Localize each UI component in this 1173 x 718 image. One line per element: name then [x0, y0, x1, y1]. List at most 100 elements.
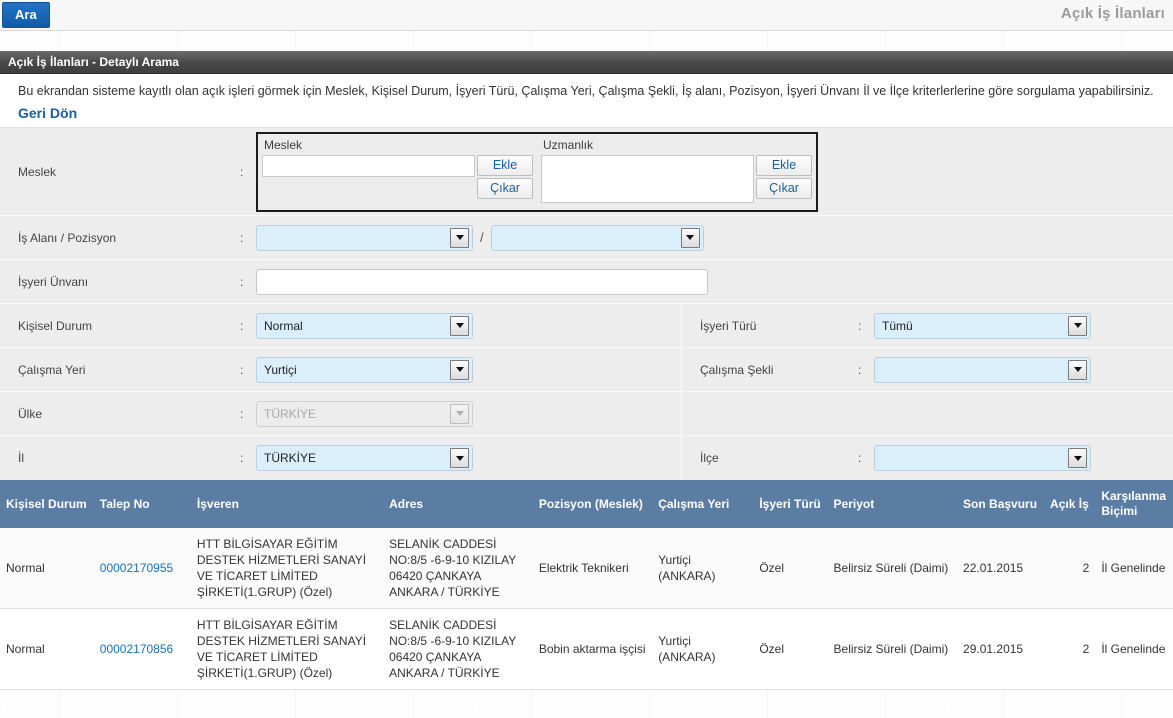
- chevron-down-icon[interactable]: [450, 315, 469, 336]
- cell-isyeri-turu: Özel: [753, 528, 828, 609]
- is-alani-select[interactable]: [256, 224, 473, 251]
- ulke-select-value: TÜRKİYE: [264, 406, 317, 421]
- label-isyeri-unvani: İşyeri Ünvanı: [18, 274, 89, 289]
- form-row-is-alani: İş Alanı / Pozisyon : /: [0, 216, 1173, 260]
- meslek-add-button[interactable]: Ekle: [477, 154, 533, 176]
- chevron-down-icon[interactable]: [1068, 315, 1087, 336]
- colon-il: :: [240, 451, 244, 465]
- meslek-column: Meslek Ekle Çıkar: [258, 134, 537, 210]
- app-title: Açık İş İlanları: [1060, 5, 1165, 22]
- cell-calisma-yeri: Yurtiçi (ANKARA): [652, 608, 754, 690]
- isyeri-unvani-input[interactable]: [256, 268, 708, 295]
- cell-isveren: HTT BİLGİSAYAR EĞİTİM DESTEK HİZMETLERİ …: [190, 528, 384, 609]
- col-pozisyon: Pozisyon (Meslek): [532, 480, 653, 528]
- colon-calisma-sekli: :: [858, 362, 862, 377]
- label-kisisel-durum: Kişisel Durum: [18, 318, 93, 333]
- colon-isyeri-unvani: :: [240, 274, 244, 289]
- back-link[interactable]: Geri Dön: [18, 105, 77, 121]
- label-ulke: Ülke: [18, 406, 43, 421]
- uzmanlik-remove-button[interactable]: Çıkar: [756, 177, 812, 199]
- calisma-yeri-select[interactable]: Yurtiçi: [256, 356, 473, 383]
- cell-isveren: HTT BİLGİSAYAR EĞİTİM DESTEK HİZMETLERİ …: [190, 608, 384, 690]
- chevron-down-icon[interactable]: [450, 227, 469, 248]
- chevron-down-icon[interactable]: [680, 227, 700, 248]
- colon-meslek: :: [240, 164, 244, 179]
- isyeri-turu-select[interactable]: Tümü: [874, 312, 1091, 339]
- il-group: İl : TÜRKİYE: [0, 436, 682, 480]
- cell-periyot: Belirsiz Süreli (Daimi): [827, 528, 958, 609]
- form-row-isyeri-unvani: İşyeri Ünvanı :: [0, 260, 1173, 304]
- table-header-row: Kişisel Durum Talep No İşveren Adres Poz…: [0, 480, 1173, 528]
- ilce-group: İlçe :: [682, 436, 1173, 480]
- colon-ulke: :: [240, 406, 244, 421]
- meslek-buttons: Ekle Çıkar: [477, 154, 533, 201]
- cell-adres: SELANİK CADDESİ NO:8/5 -6-9-10 KIZILAY 0…: [383, 608, 533, 690]
- cell-talep-no[interactable]: 00002170955: [93, 528, 191, 609]
- isyeri-turu-select-value: Tümü: [882, 318, 913, 333]
- chevron-down-icon[interactable]: [450, 448, 469, 468]
- form-row-ulke: Ülke : TÜRKİYE: [0, 392, 1173, 436]
- table-row[interactable]: Normal 00002170955 HTT BİLGİSAYAR EĞİTİM…: [0, 528, 1173, 609]
- label-is-alani: İş Alanı / Pozisyon: [18, 230, 117, 245]
- colon-isyeri-turu: :: [858, 318, 862, 333]
- ilce-select[interactable]: [874, 445, 1091, 471]
- talep-no-link[interactable]: 00002170856: [100, 642, 173, 656]
- meslek-caption: Meslek: [264, 137, 303, 152]
- is-alani-field-group: /: [256, 216, 704, 259]
- meslek-list-stack: [262, 154, 475, 205]
- cell-karsilanma-bicimi: İl Genelinde: [1095, 608, 1173, 690]
- cell-acik-is: 2: [1044, 608, 1096, 690]
- panel-spacer: [0, 31, 1173, 51]
- cell-pozisyon: Bobin aktarma işçisi: [532, 608, 653, 690]
- uzmanlik-column: Uzmanlık Ekle Çıkar: [537, 134, 816, 210]
- label-isyeri-turu: İşyeri Türü: [700, 318, 757, 333]
- isyeri-unvani-field-group: [256, 260, 708, 303]
- meslek-uzmanlik-box: Meslek Ekle Çıkar Uzmanlık Ekle Çıkar: [256, 131, 818, 212]
- chevron-down-icon[interactable]: [450, 359, 469, 380]
- col-isveren: İşveren: [190, 480, 384, 528]
- uzmanlik-caption: Uzmanlık: [543, 137, 594, 152]
- uzmanlik-input[interactable]: [541, 154, 754, 203]
- cell-periyot: Belirsiz Süreli (Daimi): [827, 608, 958, 690]
- talep-no-link[interactable]: 00002170955: [100, 561, 173, 575]
- uzmanlik-buttons: Ekle Çıkar: [756, 154, 812, 201]
- results-table-wrapper: Kişisel Durum Talep No İşveren Adres Poz…: [0, 480, 1173, 690]
- il-select-value: TÜRKİYE: [264, 451, 317, 465]
- kisisel-durum-group: Kişisel Durum : Normal: [0, 304, 682, 347]
- chevron-down-icon[interactable]: [1068, 448, 1087, 468]
- label-ilce: İlçe: [700, 451, 719, 465]
- il-select[interactable]: TÜRKİYE: [256, 445, 473, 471]
- isyeri-turu-group: İşyeri Türü : Tümü: [682, 304, 1173, 347]
- calisma-sekli-select[interactable]: [874, 356, 1091, 383]
- ulke-group: Ülke : TÜRKİYE: [0, 392, 682, 435]
- cell-talep-no[interactable]: 00002170856: [93, 608, 191, 690]
- col-acik-is: Açık İş: [1044, 480, 1096, 528]
- form-row-calisma-yeri: Çalışma Yeri : Yurtiçi Çalışma Şekli :: [0, 348, 1173, 392]
- search-form: Meslek : Meslek Ekle Çıkar Uzmanlık Ekle…: [0, 127, 1173, 480]
- table-row[interactable]: Normal 00002170856 HTT BİLGİSAYAR EĞİTİM…: [0, 608, 1173, 690]
- colon-calisma-yeri: :: [240, 362, 244, 377]
- uzmanlik-add-button[interactable]: Ekle: [756, 154, 812, 176]
- results-table: Kişisel Durum Talep No İşveren Adres Poz…: [0, 480, 1173, 690]
- label-il: İl: [18, 451, 24, 465]
- page-root: Ara Açık İş İlanları Açık İş İlanları - …: [0, 0, 1173, 718]
- cell-calisma-yeri: Yurtiçi (ANKARA): [652, 528, 754, 609]
- meslek-field-group: Meslek Ekle Çıkar Uzmanlık Ekle Çıkar: [256, 131, 818, 212]
- meslek-remove-button[interactable]: Çıkar: [477, 177, 533, 199]
- chevron-down-icon[interactable]: [1068, 359, 1087, 380]
- kisisel-durum-select[interactable]: Normal: [256, 312, 473, 339]
- meslek-input-row: Ekle Çıkar: [262, 154, 533, 205]
- results-table-body: Normal 00002170955 HTT BİLGİSAYAR EĞİTİM…: [0, 528, 1173, 690]
- cell-son-basvuru: 29.01.2015: [957, 608, 1045, 690]
- meslek-input[interactable]: [262, 154, 475, 177]
- search-button[interactable]: Ara: [2, 2, 50, 28]
- pozisyon-select[interactable]: [490, 224, 704, 251]
- meslek-selected-list[interactable]: [262, 176, 475, 205]
- cell-kisisel-durum: Normal: [0, 528, 94, 609]
- calisma-yeri-select-value: Yurtiçi: [264, 362, 297, 377]
- cell-kisisel-durum: Normal: [0, 608, 94, 690]
- cell-adres: SELANİK CADDESİ NO:8/5 -6-9-10 KIZILAY 0…: [383, 528, 533, 609]
- colon-ilce: :: [858, 451, 862, 465]
- cell-pozisyon: Elektrik Teknikeri: [532, 528, 653, 609]
- form-row-il: İl : TÜRKİYE İlçe :: [0, 436, 1173, 480]
